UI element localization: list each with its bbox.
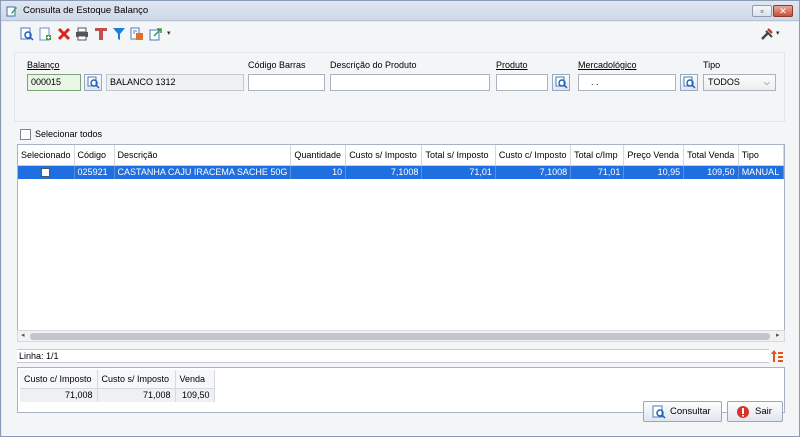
col-quantidade[interactable]: Quantidade — [290, 145, 347, 166]
tools-icon[interactable] — [760, 27, 774, 41]
balanco-label: Balanço — [27, 60, 60, 70]
tool-icon[interactable] — [94, 27, 108, 41]
cell-tipo: MANUAL — [738, 165, 784, 179]
consultar-label: Consultar — [670, 406, 711, 417]
descricao-produto-field[interactable] — [330, 74, 490, 91]
cell-codigo: 025921 — [74, 165, 115, 179]
col-custo-c-imposto[interactable]: Custo c/ Imposto — [495, 145, 572, 166]
total-custo-s-imposto-header: Custo s/ Imposto — [97, 370, 176, 389]
consultar-button[interactable]: Consultar — [643, 401, 722, 422]
col-total-c-imp[interactable]: Total c/Imp — [570, 145, 625, 166]
total-custo-c-imposto-header: Custo c/ Imposto — [20, 370, 98, 389]
col-custo-s-imposto[interactable]: Custo s/ Imposto — [345, 145, 423, 166]
totals-table: Custo c/ Imposto Custo s/ Imposto Venda … — [20, 370, 215, 402]
col-codigo[interactable]: Código — [74, 145, 115, 166]
row-checkbox[interactable] — [41, 168, 51, 178]
sair-label: Sair — [755, 406, 772, 417]
codigo-barras-field[interactable] — [248, 74, 325, 91]
row-select-cell[interactable] — [18, 165, 75, 179]
cell-total-venda: 109,50 — [683, 165, 739, 179]
tipo-select-value: TODOS — [708, 77, 740, 87]
close-icon: ✕ — [779, 6, 787, 16]
window-title: Consulta de Estoque Balanço — [23, 5, 149, 16]
total-venda-header: Venda — [175, 370, 215, 389]
export-dropdown-icon[interactable]: ▾ — [167, 29, 171, 37]
cell-preco-venda: 10,95 — [623, 165, 685, 179]
sort-icon[interactable] — [770, 349, 784, 363]
produto-lookup-button[interactable] — [552, 74, 570, 91]
sair-button[interactable]: Sair — [727, 401, 783, 422]
new-document-icon[interactable] — [38, 27, 52, 41]
cell-custo-s-imposto: 7,1008 — [345, 165, 423, 179]
search-icon — [683, 76, 696, 89]
cell-total-s-imposto: 71,01 — [421, 165, 496, 179]
export-icon[interactable] — [149, 27, 163, 41]
scroll-thumb[interactable] — [30, 333, 770, 340]
select-all-checkbox[interactable] — [20, 129, 31, 141]
col-total-s-imposto[interactable]: Total s/ Imposto — [421, 145, 496, 166]
tipo-label: Tipo — [703, 60, 721, 70]
products-grid: Selecionado Código Descrição Quantidade … — [17, 144, 785, 342]
horizontal-scrollbar[interactable]: ◂ ▸ — [17, 330, 785, 342]
minimize-button[interactable]: ▫ — [752, 5, 772, 17]
filter-icon[interactable] — [112, 27, 126, 41]
col-selecionado[interactable]: Selecionado — [18, 145, 75, 166]
mercadologico-field[interactable]: . . — [578, 74, 676, 91]
produto-label: Produto — [496, 60, 528, 70]
client-area: ▾ ▾ Balanço 000015 BALANCO 1312 Código B… — [2, 22, 799, 436]
close-button[interactable]: ✕ — [773, 5, 793, 17]
app-edit-icon — [6, 6, 17, 17]
produto-field[interactable] — [496, 74, 548, 91]
scroll-right-icon[interactable]: ▸ — [776, 331, 780, 341]
cell-custo-c-imposto: 7,1008 — [495, 165, 572, 179]
balanco-description-field: BALANCO 1312 — [106, 74, 244, 91]
grid-header-row: Selecionado Código Descrição Quantidade … — [18, 145, 784, 166]
exit-icon — [737, 406, 749, 418]
col-tipo[interactable]: Tipo — [738, 145, 784, 166]
balanco-lookup-button[interactable] — [84, 74, 102, 91]
search-icon — [87, 76, 100, 89]
row-status: Linha: 1/1 — [17, 349, 769, 363]
cell-descricao: CASTANHA CAJU IRACEMA SACHE 50G — [114, 165, 292, 179]
balanco-field[interactable]: 000015 — [27, 74, 81, 91]
title-bar: Consulta de Estoque Balanço ▫ ✕ — [1, 1, 799, 21]
chevron-down-icon: ⌵ — [763, 78, 770, 87]
filter-panel: Balanço 000015 BALANCO 1312 Código Barra… — [14, 52, 785, 122]
codigo-barras-label: Código Barras — [248, 60, 306, 70]
descricao-produto-label: Descrição do Produto — [330, 60, 417, 70]
search-document-icon — [652, 405, 666, 419]
delete-icon[interactable] — [57, 27, 71, 41]
select-all[interactable]: Selecionar todos — [20, 129, 102, 141]
mercadologico-lookup-button[interactable] — [680, 74, 698, 91]
mercadologico-label: Mercadológico — [578, 60, 637, 70]
total-custo-c-imposto-value: 71,008 — [20, 388, 98, 402]
scroll-left-icon[interactable]: ◂ — [21, 331, 25, 341]
select-all-label: Selecionar todos — [35, 129, 103, 139]
cell-quantidade: 10 — [290, 165, 347, 179]
col-total-venda[interactable]: Total Venda — [683, 145, 739, 166]
toolbar: ▾ ▾ — [2, 22, 799, 46]
search-document-icon[interactable] — [20, 27, 34, 41]
cell-total-c-imp: 71,01 — [570, 165, 625, 179]
app-window: Consulta de Estoque Balanço ▫ ✕ ▾ ▾ Bala… — [0, 0, 800, 437]
tipo-select[interactable]: TODOS ⌵ — [703, 74, 776, 91]
col-descricao[interactable]: Descrição — [114, 145, 292, 166]
search-icon — [555, 76, 568, 89]
total-venda-value: 109,50 — [175, 388, 215, 402]
col-preco-venda[interactable]: Preço Venda — [623, 145, 685, 166]
table-row[interactable]: 025921 CASTANHA CAJU IRACEMA SACHE 50G 1… — [18, 165, 784, 179]
total-custo-s-imposto-value: 71,008 — [97, 388, 176, 402]
tools-dropdown-icon[interactable]: ▾ — [776, 29, 780, 37]
print-icon[interactable] — [75, 27, 89, 41]
report-icon[interactable] — [130, 27, 144, 41]
minimize-icon: ▫ — [760, 6, 764, 16]
